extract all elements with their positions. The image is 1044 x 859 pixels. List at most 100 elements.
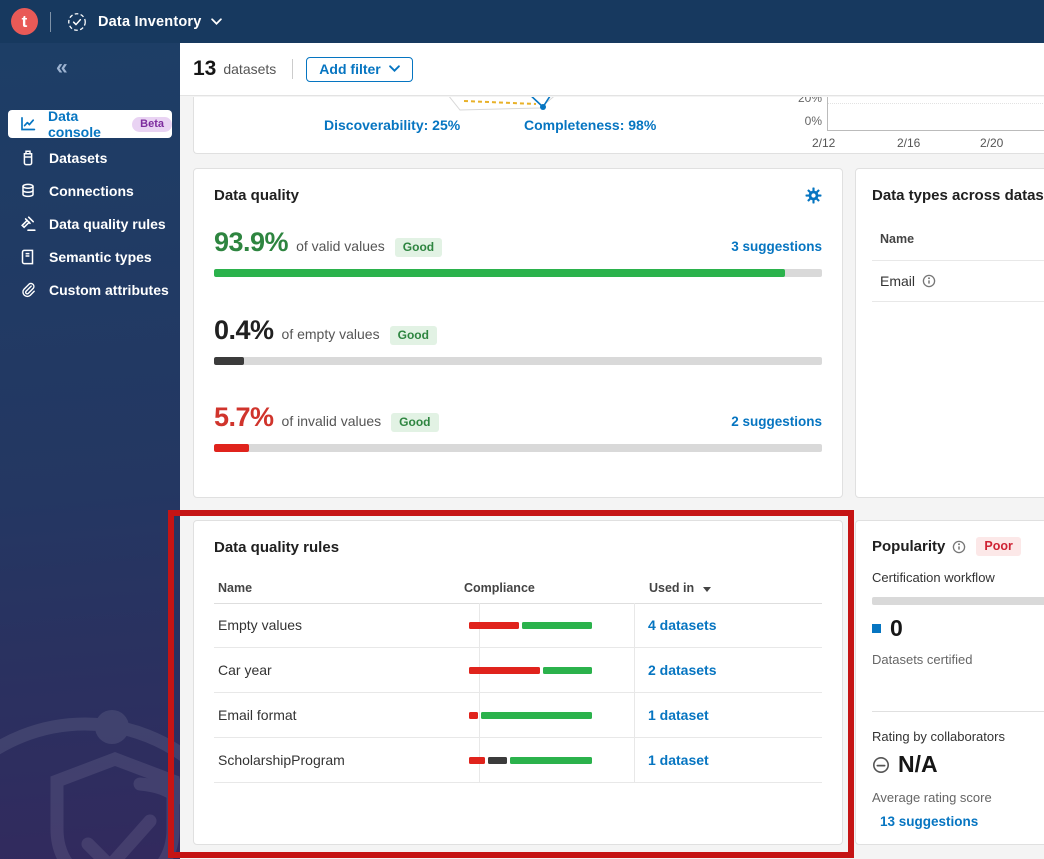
metric-progress-bar: [214, 444, 822, 452]
data-inventory-icon: [66, 11, 88, 33]
rule-name: Email format: [218, 707, 297, 723]
compliance-segment-green: [542, 667, 593, 674]
overview-card: Discoverability: 25% Completeness: 98% 2…: [193, 97, 1044, 154]
trend-x-axis: [827, 130, 1044, 131]
sidebar-item-data-quality-rules[interactable]: Data quality rules: [0, 207, 180, 240]
data-quality-card: Data quality 93.9% of valid values Good 3 s…: [193, 168, 843, 498]
used-in-link[interactable]: 1 dataset: [648, 752, 709, 768]
metric-value: 93.9%: [214, 227, 289, 257]
trend-xtick-3: 2/20: [980, 136, 1004, 150]
table-divider: [872, 301, 1044, 302]
add-filter-button[interactable]: Add filter: [306, 56, 413, 82]
talend-logo[interactable]: t: [11, 8, 38, 35]
compliance-segment-green: [509, 757, 592, 764]
used-in-link[interactable]: 2 datasets: [648, 662, 716, 678]
add-filter-label: Add filter: [319, 60, 381, 77]
chart-line-icon: [20, 116, 36, 133]
gavel-icon: [20, 215, 37, 232]
sidebar-item-datasets[interactable]: Datasets: [0, 141, 180, 174]
datasets-certified-value: 0: [890, 615, 903, 641]
metric-value: 5.7%: [214, 402, 274, 432]
table-divider: [872, 260, 1044, 261]
rating-by-collaborators-label: Rating by collaborators: [872, 729, 1005, 744]
data-quality-rules-card: Data quality rules Name Compliance Used …: [193, 520, 843, 845]
rule-name: ScholarshipProgram: [218, 752, 345, 768]
info-icon[interactable]: [922, 274, 936, 288]
sidebar-item-data-console[interactable]: Data console Beta: [8, 108, 172, 140]
chevron-down-icon: [388, 65, 400, 72]
app-window: t Data Inventory « Data console Beta Datas…: [0, 0, 1044, 859]
radar-chart-fragment: [448, 97, 554, 111]
compliance-segment-green: [521, 622, 593, 629]
rule-row-empty-values[interactable]: Empty values 4 datasets: [214, 603, 822, 648]
status-badge: Good: [394, 238, 443, 257]
status-badge: Good: [391, 413, 439, 432]
radar-axis-label-discoverability[interactable]: Discoverability: 25%: [324, 117, 460, 133]
gear-icon[interactable]: [805, 187, 822, 204]
sidebar: « Data console Beta Datasets Connections Dat…: [0, 43, 180, 859]
used-in-label: Used in: [649, 581, 695, 595]
rules-column-used-in[interactable]: Used in: [649, 581, 711, 595]
rules-column-name[interactable]: Name: [218, 581, 252, 595]
data-types-column-header[interactable]: Name: [880, 232, 914, 246]
sidebar-collapse-button[interactable]: «: [56, 57, 68, 78]
rule-name: Car year: [218, 662, 272, 678]
top-bar: t Data Inventory: [0, 0, 1044, 43]
quality-metric-of-valid-values: 93.9% of valid values Good 3 suggestions: [214, 227, 822, 277]
rule-row-email-format[interactable]: Email format 1 dataset: [214, 693, 822, 738]
used-in-link[interactable]: 4 datasets: [648, 617, 716, 633]
popularity-card: Popularity Poor Certification workflow 0…: [855, 520, 1044, 845]
rule-row-scholarshipprogram[interactable]: ScholarshipProgram 1 dataset: [214, 738, 822, 783]
data-type-row-email[interactable]: Email: [880, 273, 936, 289]
sidebar-item-semantic-types[interactable]: Semantic types: [0, 240, 180, 273]
sidebar-item-custom-attributes[interactable]: Custom attributes: [0, 273, 180, 306]
metric-label: of valid values: [296, 238, 385, 254]
rating-value: N/A: [898, 751, 938, 777]
compliance-segment-red: [469, 667, 540, 674]
sidebar-item-label: Data console: [48, 108, 101, 140]
connections-icon: [20, 182, 37, 199]
paperclip-icon: [20, 281, 37, 298]
sidebar-menu: Data console Beta Datasets Connections Data …: [0, 108, 180, 306]
suggestions-link[interactable]: 13 suggestions: [880, 814, 978, 829]
chevron-down-icon[interactable]: [210, 18, 222, 25]
metric-value: 0.4%: [214, 315, 274, 345]
sidebar-item-label: Semantic types: [49, 248, 152, 265]
info-icon[interactable]: [952, 540, 966, 554]
data-quality-title: Data quality: [214, 187, 300, 204]
trend-ytick-0: 0%: [804, 114, 822, 128]
compliance-segment-dark: [488, 757, 507, 764]
app-title[interactable]: Data Inventory: [98, 14, 202, 30]
legend-square-icon: [872, 624, 881, 633]
compliance-bar: [469, 712, 593, 719]
compliance-bar: [469, 622, 593, 629]
compliance-segment-red: [469, 757, 486, 764]
trend-xtick-1: 2/12: [812, 136, 836, 150]
compliance-bar: [469, 667, 593, 674]
sidebar-item-label: Connections: [49, 182, 134, 199]
dataset-count: 13: [193, 57, 217, 80]
rule-name: Empty values: [218, 617, 303, 633]
certification-workflow-label: Certification workflow: [872, 570, 995, 585]
compliance-segment-green: [480, 712, 593, 719]
quality-metric-of-invalid-values: 5.7% of invalid values Good 2 suggestions: [214, 402, 822, 452]
datasets-certified-label: Datasets certified: [872, 652, 973, 667]
metric-progress-fill: [214, 357, 245, 365]
suggestions-link[interactable]: 3 suggestions: [731, 239, 822, 254]
sidebar-item-connections[interactable]: Connections: [0, 174, 180, 207]
metric-progress-fill: [214, 269, 785, 277]
radar-axis-label-completeness[interactable]: Completeness: 98%: [524, 117, 656, 133]
rules-column-compliance[interactable]: Compliance: [464, 581, 535, 595]
popularity-poor-badge: Poor: [976, 537, 1021, 556]
suggestions-link[interactable]: 2 suggestions: [731, 414, 822, 429]
metric-label: of invalid values: [281, 413, 382, 429]
dataset-toolbar: 13 datasets Add filter: [180, 43, 1044, 96]
sidebar-item-label: Data quality rules: [49, 215, 166, 232]
used-in-link[interactable]: 1 dataset: [648, 707, 709, 723]
rule-row-car-year[interactable]: Car year 2 datasets: [214, 648, 822, 693]
trend-xtick-2: 2/16: [897, 136, 921, 150]
compliance-segment-red: [469, 622, 519, 629]
sidebar-item-label: Custom attributes: [49, 281, 169, 298]
dataset-count-label: datasets: [223, 61, 277, 77]
quality-metric-of-empty-values: 0.4% of empty values Good: [214, 315, 822, 365]
